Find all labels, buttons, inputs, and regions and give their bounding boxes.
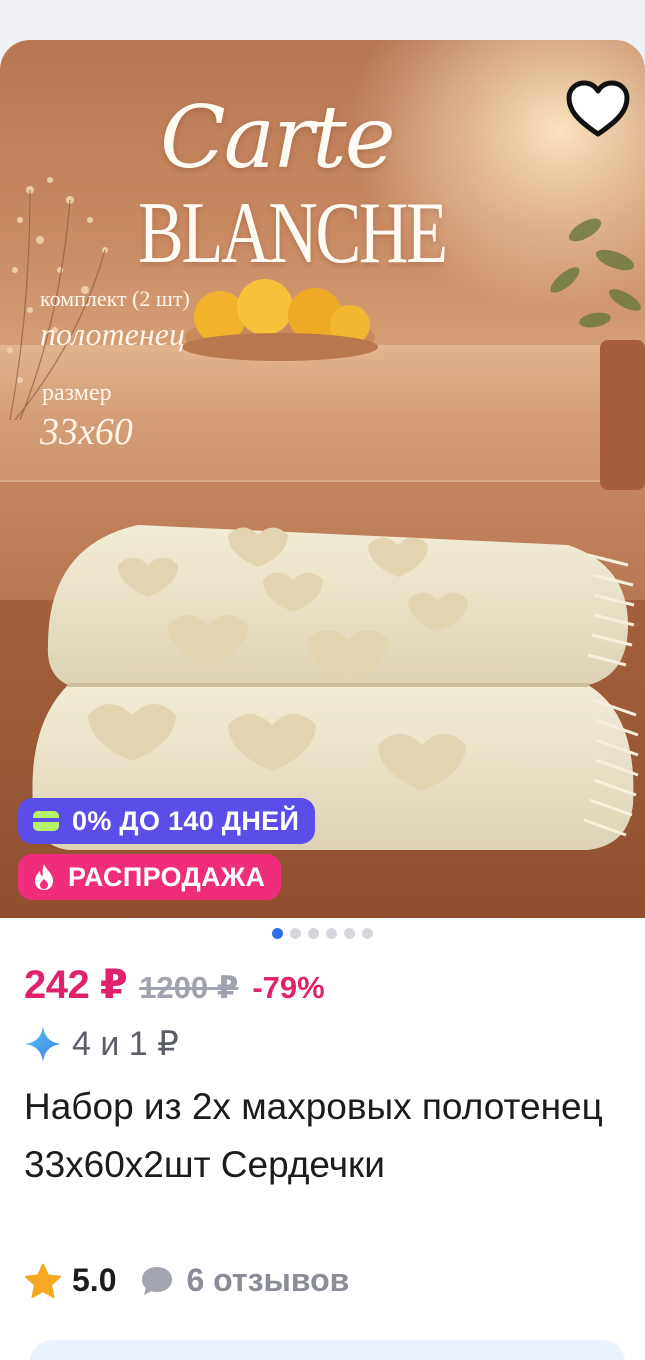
old-price: 1200 ₽ [139, 970, 239, 1005]
sparkle-icon [25, 1026, 61, 1062]
bonus-text: 4 и 1 ₽ [72, 1025, 179, 1063]
comment-icon [140, 1265, 174, 1297]
favorite-button[interactable] [560, 72, 636, 148]
size-value-text: 33х60 [40, 411, 133, 453]
carousel-dot[interactable] [272, 928, 283, 939]
next-section-card [30, 1340, 625, 1360]
brand-script-text: Carte [160, 88, 396, 188]
set-name-text: полотенец [40, 316, 185, 352]
lemons-bowl [182, 279, 378, 361]
reviews-count: 6 отзывов [186, 1262, 350, 1298]
plant-decoration [550, 218, 645, 490]
star-icon [25, 1263, 61, 1298]
sale-badge: РАСПРОДАЖА [18, 854, 282, 900]
current-price: 242 ₽ [24, 963, 128, 1007]
size-label-text: размер [42, 380, 112, 406]
carousel-indicator[interactable] [0, 928, 645, 944]
carousel-dot[interactable] [326, 928, 337, 939]
sale-label: РАСПРОДАЖА [68, 861, 266, 892]
product-title[interactable]: Набор из 2х махровых полотенец 33х60х2шт… [24, 1078, 624, 1194]
price-row: 242 ₽ 1200 ₽ -79% [24, 962, 325, 1008]
carousel-dot[interactable] [308, 928, 319, 939]
bonus-row: 4 и 1 ₽ [24, 1024, 179, 1064]
card-icon [32, 810, 60, 832]
heart-outline-icon [566, 80, 630, 137]
discount-percent: -79% [252, 970, 325, 1005]
installment-badge: 0% ДО 140 ДНЕЙ [18, 798, 316, 844]
carousel-dot[interactable] [344, 928, 355, 939]
carousel-dot[interactable] [290, 928, 301, 939]
carousel-dot[interactable] [362, 928, 373, 939]
rating-value: 5.0 [72, 1262, 117, 1298]
fire-icon [32, 863, 56, 891]
brand-caps-text: BLANCHE [138, 185, 448, 282]
installment-label: 0% ДО 140 ДНЕЙ [72, 805, 300, 836]
set-quantity-text: комплект (2 шт) [40, 286, 190, 311]
product-card[interactable]: Carte BLANCHE комплект (2 шт) полотенец … [0, 40, 645, 1360]
rating-row[interactable]: 5.0 6 отзывов [24, 1262, 349, 1299]
product-image[interactable]: Carte BLANCHE комплект (2 шт) полотенец … [0, 40, 645, 918]
